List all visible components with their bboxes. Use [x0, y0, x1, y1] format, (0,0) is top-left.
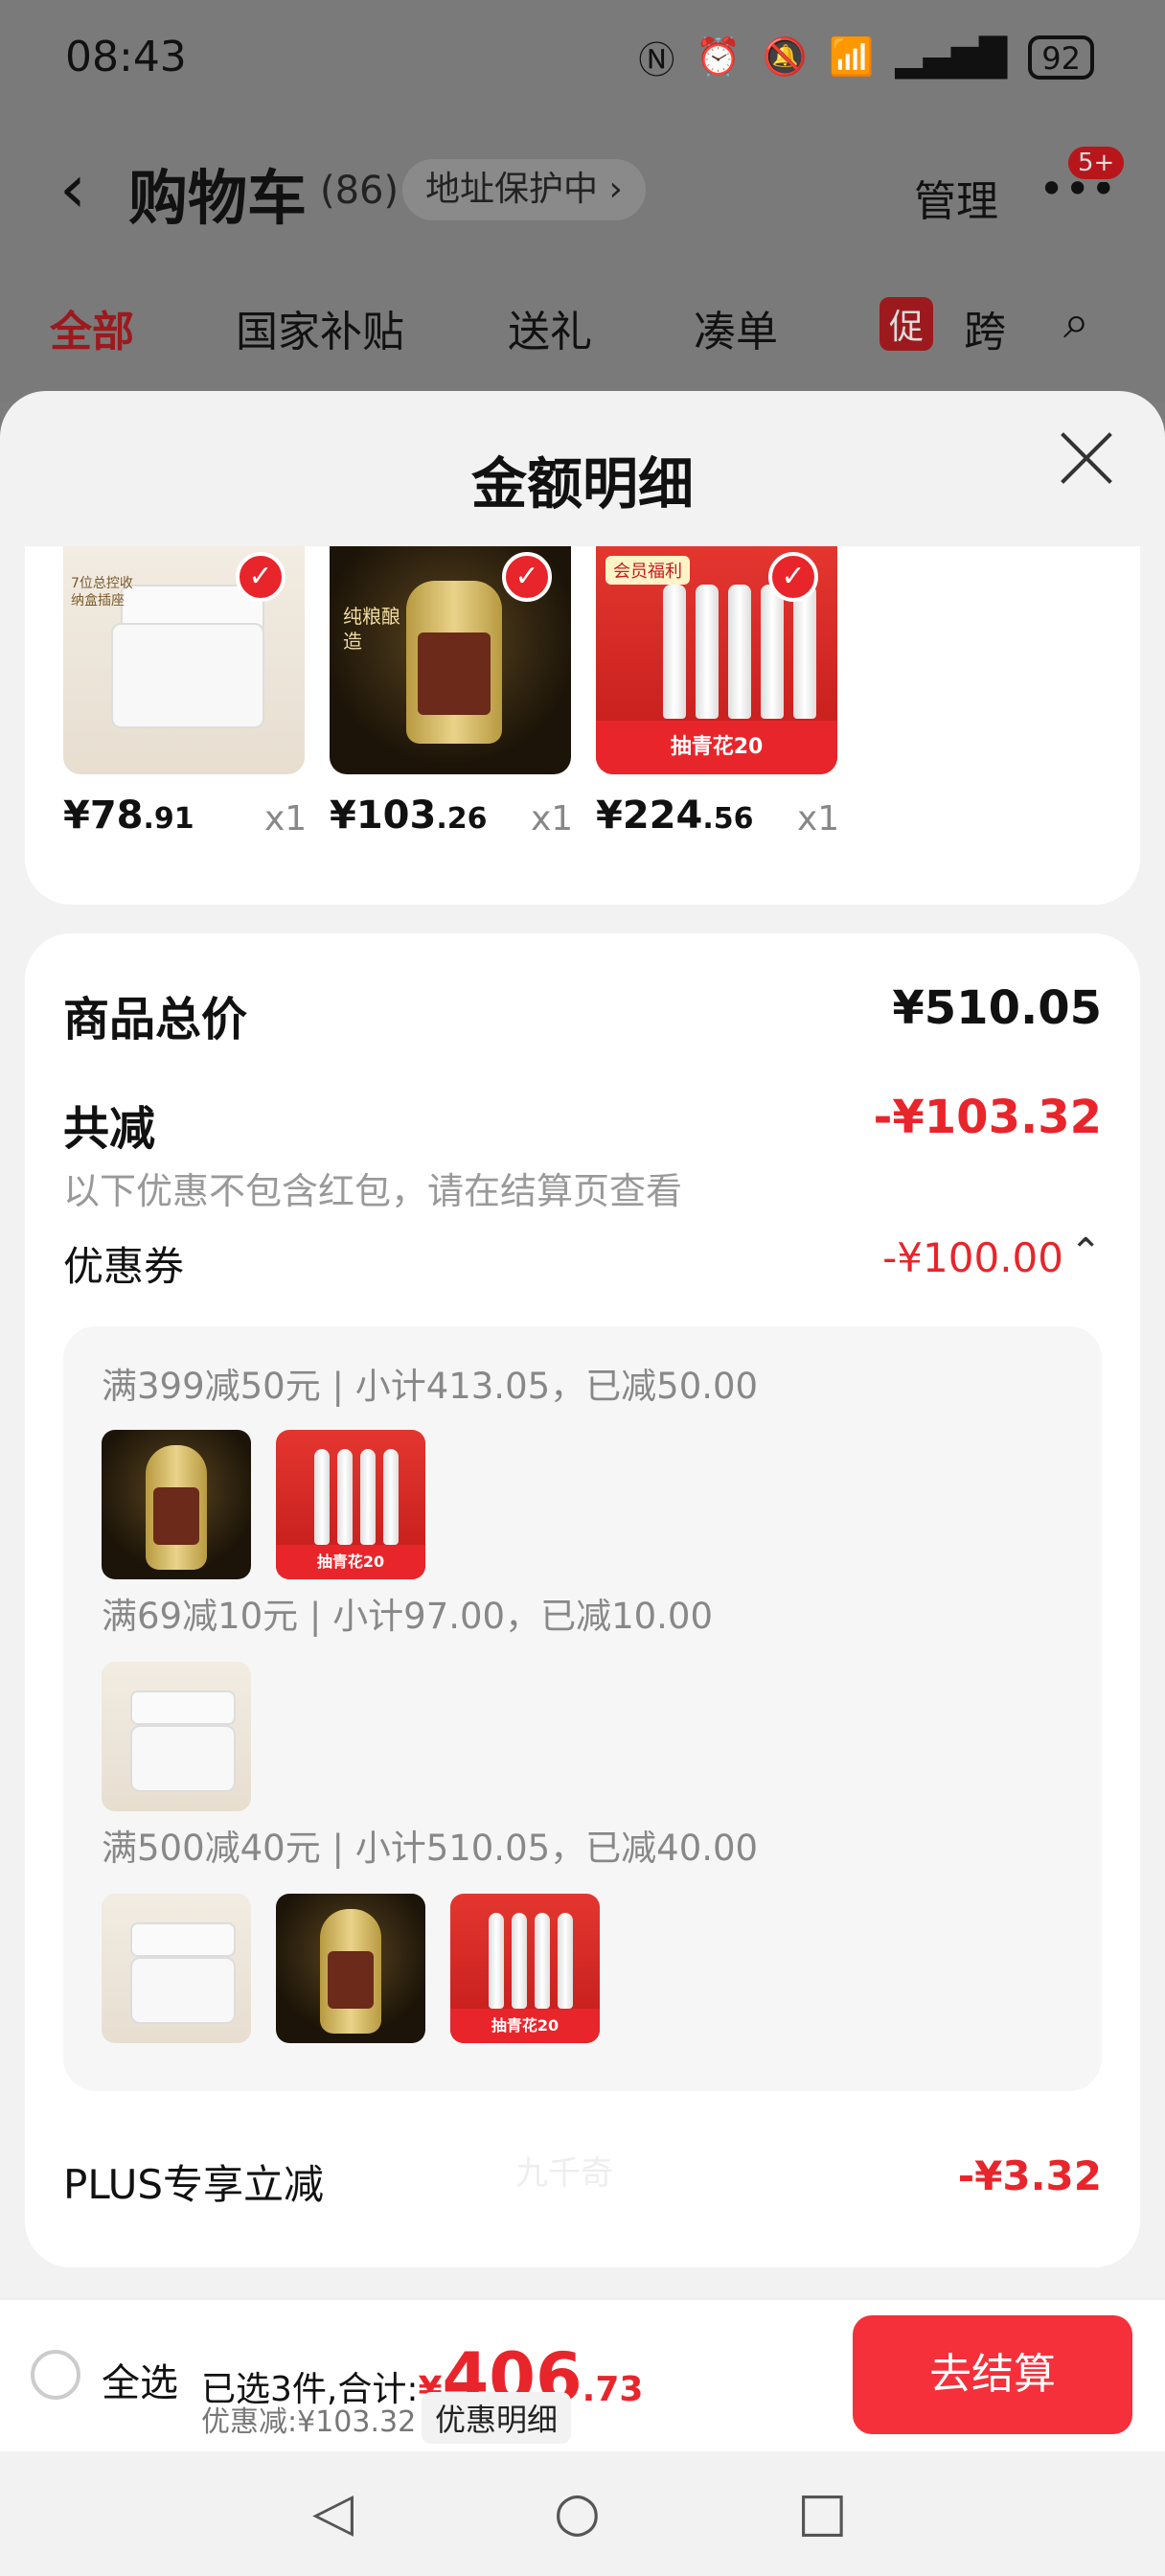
reduce-label: 共减: [63, 1102, 156, 1156]
checked-icon: ✓: [768, 552, 818, 602]
checked-icon: ✓: [502, 552, 552, 602]
status-time: 08:43: [65, 33, 187, 81]
product-image-text: 会员福利: [605, 556, 690, 585]
coupon-group-thumbs: 抽青花20: [102, 1894, 600, 2043]
product-image-text: 抽青花20: [276, 1545, 425, 1579]
signal-icon: ▂▄▆█: [895, 35, 1008, 79]
reduce-note: 以下优惠不包含红包，请在结算页查看: [63, 1170, 683, 1212]
search-icon[interactable]: ⌕: [1063, 295, 1089, 350]
product-image: 纯粮酿造 ✓: [330, 546, 571, 774]
product-image-text: 抽青花20: [450, 2009, 600, 2043]
tab-add-on[interactable]: 凑单: [694, 297, 778, 358]
page-title: 购物车: [128, 163, 308, 233]
battery-icon: 92: [1028, 34, 1094, 80]
promo-tag[interactable]: 促: [879, 297, 934, 351]
chevron-up-icon[interactable]: ⌃: [1069, 1230, 1102, 1275]
plus-label: PLUS专享立减: [63, 2161, 325, 2208]
notification-badge: 5+: [1065, 144, 1128, 182]
product-price: ¥78.91: [63, 794, 194, 838]
discount-text: 优惠减:¥103.32: [201, 2405, 417, 2439]
tab-all[interactable]: 全部: [50, 297, 134, 358]
amount-summary-card: 商品总价 ¥510.05 共减 -¥103.32 以下优惠不包含红包，请在结算页…: [25, 933, 1140, 2267]
checkout-button[interactable]: 去结算: [853, 2315, 1132, 2434]
coupon-value: -¥100.00: [882, 1234, 1063, 1281]
plus-row: PLUS专享立减 -¥3.32: [63, 2152, 1102, 2211]
status-bar: 08:43 Ⓝ ⏰ 🔕 📶 ▂▄▆█ 92: [0, 0, 1165, 115]
amount-detail-sheet: 金额明细 7位总控收纳盒插座 ✓ ¥78.91 x1 纯粮酿造 ✓ ¥103.2…: [0, 391, 1165, 2576]
plus-value: -¥3.32: [957, 2152, 1102, 2199]
product-qty: x1: [797, 799, 840, 839]
wifi-icon: 📶: [829, 35, 875, 78]
product-qty: x1: [264, 799, 308, 839]
reduce-value: -¥103.32: [873, 1091, 1102, 1144]
reduce-row: 共减 -¥103.32: [63, 1091, 1102, 1158]
checkout-bar: 全选 已选3件,合计:¥406.73 优惠减:¥103.32 优惠明细 去结算: [0, 2298, 1165, 2451]
goods-total-label: 商品总价: [63, 993, 248, 1046]
manage-button[interactable]: 管理: [914, 167, 998, 228]
coupon-row[interactable]: 优惠券 -¥100.00 ⌃: [63, 1230, 1102, 1293]
coupon-label: 优惠券: [63, 1243, 185, 1290]
coupon-group-title: 满399减50元 | 小计413.05，已减50.00: [102, 1366, 759, 1407]
tab-national-subsidy[interactable]: 国家补贴: [236, 297, 404, 358]
mute-icon: 🔕: [762, 35, 809, 78]
product-image: 会员福利 抽青花20 ✓: [596, 546, 837, 774]
select-all-radio[interactable]: [31, 2350, 80, 2400]
coupon-detail-box: 满399减50元 | 小计413.05，已减50.00 抽青花20 满69减10…: [63, 1326, 1102, 2091]
discount-detail-button[interactable]: 优惠明细: [422, 2392, 572, 2444]
nav-home-icon[interactable]: ○: [554, 2486, 601, 2540]
nav-back-icon[interactable]: ◁: [312, 2486, 354, 2540]
product-thumb: 抽青花20: [276, 1430, 425, 1579]
nav-recents-icon[interactable]: □: [797, 2486, 848, 2540]
product-image-text: 7位总控收纳盒插座: [71, 576, 133, 609]
product-thumb: [102, 1430, 251, 1579]
sheet-title: 金额明细: [470, 451, 694, 517]
product-qty: x1: [531, 799, 574, 839]
coupon-group-thumbs: 抽青花20: [102, 1430, 425, 1579]
back-icon[interactable]: ‹: [59, 155, 86, 222]
coupon-group-title: 满500减40元 | 小计510.05，已减40.00: [102, 1828, 759, 1869]
cart-tabs: 全部 国家补贴 送礼 凑单 促 跨 ⌕: [0, 295, 1165, 364]
status-icons: Ⓝ ⏰ 🔕 📶 ▂▄▆█ 92: [638, 31, 1094, 83]
product-thumb: [102, 1894, 251, 2043]
product-thumb: [276, 1894, 425, 2043]
address-protect-button[interactable]: 地址保护中 ›: [402, 159, 646, 220]
product-thumb: [102, 1662, 251, 1811]
product-image-text: 纯粮酿造: [343, 605, 400, 653]
close-icon[interactable]: [1058, 429, 1115, 487]
cart-header: ‹ 购物车 (86) 地址保护中 › 管理 ••• 5+: [0, 144, 1165, 240]
product-price: ¥103.26: [330, 794, 488, 838]
cart-count: (86): [320, 169, 400, 213]
product-thumb: 抽青花20: [450, 1894, 600, 2043]
alarm-icon: ⏰: [696, 35, 742, 78]
product-image: 7位总控收纳盒插座 ✓: [63, 546, 305, 774]
checked-icon: ✓: [236, 552, 286, 602]
coupon-group-title: 满69减10元 | 小计97.00，已减10.00: [102, 1596, 713, 1637]
nfc-icon: Ⓝ: [638, 39, 675, 81]
goods-total-value: ¥510.05: [892, 981, 1102, 1035]
system-nav-bar: ◁ ○ □: [0, 2451, 1165, 2576]
coupon-group-thumbs: [102, 1662, 251, 1811]
product-price: ¥224.56: [596, 794, 754, 838]
product-list-card: 7位总控收纳盒插座 ✓ ¥78.91 x1 纯粮酿造 ✓ ¥103.26 x1 …: [25, 546, 1140, 905]
select-all-label[interactable]: 全选: [102, 2352, 178, 2407]
tab-gift[interactable]: 送礼: [508, 297, 592, 358]
goods-total-row: 商品总价 ¥510.05: [63, 981, 1102, 1048]
tab-cross[interactable]: 跨: [964, 297, 1006, 358]
product-image-text: 抽青花20: [596, 721, 837, 774]
